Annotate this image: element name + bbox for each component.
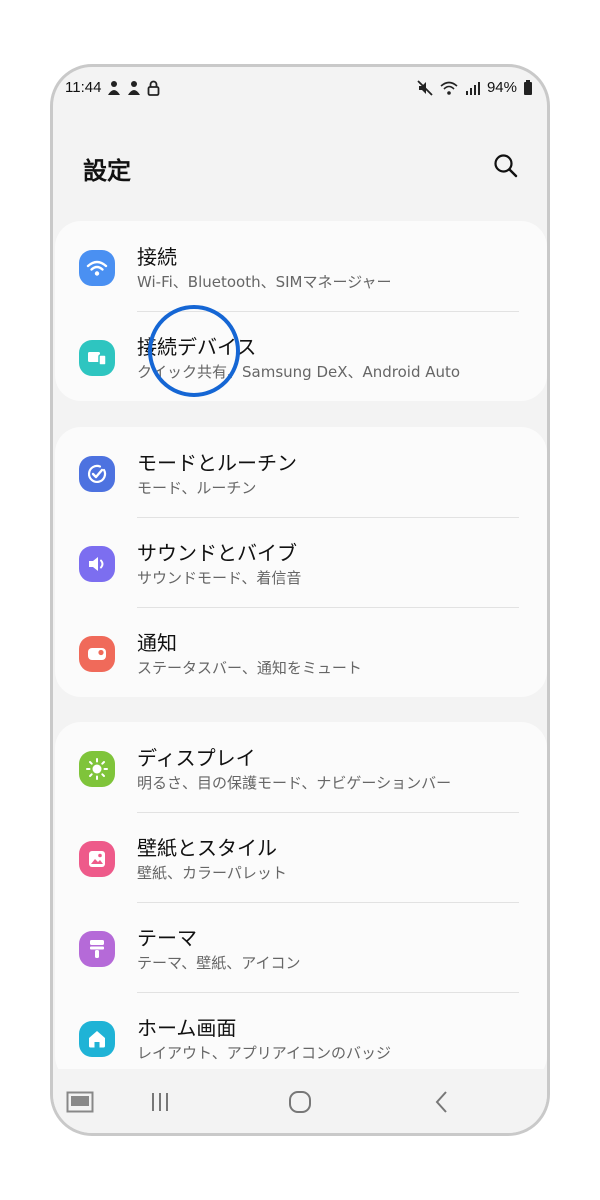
wallpaper-icon [79,841,115,877]
settings-item-sub: ステータスバー、通知をミュート [137,659,362,677]
recents-icon [152,1093,168,1111]
home-button[interactable] [285,1087,315,1117]
search-button[interactable] [491,151,521,181]
settings-item-label: サウンドとバイブ [137,541,297,565]
settings-item-label: モードとルーチン [137,451,297,475]
search-icon [494,154,518,178]
notification-icon [79,636,115,672]
settings-group-display: ディスプレイ 明るさ、目の保護モード、ナビゲーションバー 壁紙とスタイル 壁紙、… [55,722,547,1082]
status-right: 94% [417,79,533,96]
sun-icon [79,751,115,787]
page-title: 設定 [83,157,131,185]
settings-item-themes[interactable]: テーマ テーマ、壁紙、アイコン [55,902,547,992]
home-icon [79,1021,115,1057]
wifi-icon [439,80,459,96]
modes-check-icon [79,456,115,492]
settings-item-sub: テーマ、壁紙、アイコン [137,954,301,972]
settings-item-label: 通知 [137,631,177,655]
settings-item-label: ディスプレイ [137,746,256,770]
keyboard-icon [66,1091,94,1113]
settings-item-sub: レイアウト、アプリアイコンのバッジ [137,1044,391,1062]
settings-group-modes: モードとルーチン モード、ルーチン サウンドとバイブ サウンドモード、着信音 通… [55,427,547,697]
settings-item-sub: Wi-Fi、Bluetooth、SIMマネージャー [137,273,392,291]
phone-frame: 11:44 94% 設定 接続 Wi-Fi、Bluetooth、SIMマネージャ… [50,64,550,1136]
lock-icon [147,80,160,96]
settings-item-label: 接続デバイス [137,335,257,359]
header: 設定 [53,137,547,197]
settings-item-connections[interactable]: 接続 Wi-Fi、Bluetooth、SIMマネージャー [55,221,547,311]
settings-item-sub: モード、ルーチン [137,479,257,497]
battery-percent: 94% [486,79,517,96]
settings-item-label: 壁紙とスタイル [137,836,277,860]
mute-icon [417,79,433,96]
settings-item-sub: クイック共有、Samsung DeX、Android Auto [137,363,461,381]
signal-icon [465,81,481,95]
settings-item-sub: 明るさ、目の保護モード、ナビゲーションバー [137,774,452,792]
recents-button[interactable] [145,1087,175,1117]
settings-item-label: テーマ [137,926,197,950]
settings-item-label: 接続 [137,245,177,269]
settings-item-label: ホーム画面 [137,1016,237,1040]
settings-group-connections: 接続 Wi-Fi、Bluetooth、SIMマネージャー 接続デバイス クイック… [55,221,547,401]
settings-item-sub: サウンドモード、着信音 [137,569,302,587]
keyboard-button[interactable] [65,1087,95,1117]
wifi-icon [79,250,115,286]
settings-item-wallpaper-style[interactable]: 壁紙とスタイル 壁紙、カラーパレット [55,812,547,902]
sound-icon [79,546,115,582]
connected-devices-icon [79,340,115,376]
battery-icon [523,79,533,96]
theme-brush-icon [79,931,115,967]
settings-item-modes-routines[interactable]: モードとルーチン モード、ルーチン [55,427,547,517]
status-bar: 11:44 94% [53,67,547,111]
notification-person-icon [107,80,121,96]
status-left: 11:44 [65,79,160,96]
back-button[interactable] [427,1087,457,1117]
settings-item-display[interactable]: ディスプレイ 明るさ、目の保護モード、ナビゲーションバー [55,722,547,812]
settings-item-sound-vibration[interactable]: サウンドとバイブ サウンドモード、着信音 [55,517,547,607]
home-button-icon [289,1091,311,1113]
status-time: 11:44 [65,79,102,96]
settings-item-connected-devices[interactable]: 接続デバイス クイック共有、Samsung DeX、Android Auto [55,311,547,401]
settings-item-sub: 壁紙、カラーパレット [137,864,287,882]
back-icon [435,1091,447,1113]
settings-item-notifications[interactable]: 通知 ステータスバー、通知をミュート [55,607,547,697]
navigation-bar [53,1069,547,1133]
notification-person-icon [127,80,141,96]
